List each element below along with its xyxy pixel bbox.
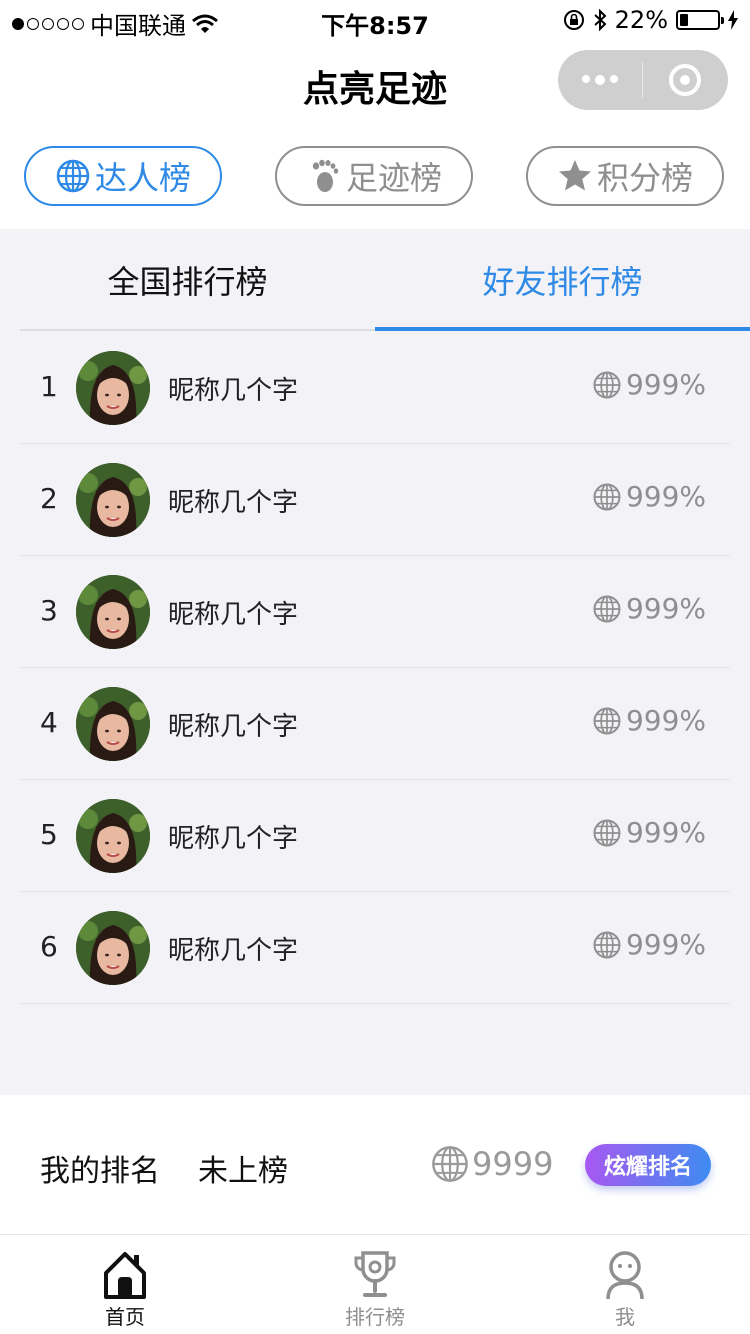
my-score-value: 9999 <box>472 1145 554 1183</box>
rank-number: 4 <box>40 706 58 739</box>
charging-icon <box>728 10 738 30</box>
globe-icon <box>593 707 621 734</box>
score: 999% <box>592 480 706 513</box>
ranking-list: 1 昵称几个字 999% 2 昵称几个字 999% 3 昵称几个字 999% 4… <box>20 332 730 1004</box>
avatar <box>76 575 150 649</box>
globe-icon <box>593 371 621 398</box>
nickname: 昵称几个字 <box>168 712 299 742</box>
globe-icon <box>593 595 621 622</box>
star-icon <box>558 160 591 191</box>
my-rank-label: 我的排名 <box>40 1154 160 1189</box>
score: 999% <box>592 368 706 401</box>
ranking-row[interactable]: 1 昵称几个字 999% <box>20 332 730 444</box>
category-label: 达人榜 <box>94 159 191 197</box>
score: 999% <box>592 816 706 849</box>
globe-icon <box>593 819 621 846</box>
category-experts-button[interactable]: 达人榜 <box>24 146 222 206</box>
avatar <box>76 351 150 425</box>
battery-percent: 22% <box>614 6 668 34</box>
nickname: 昵称几个字 <box>168 376 299 406</box>
target-icon <box>669 64 701 96</box>
category-points-button[interactable]: 积分榜 <box>526 146 724 206</box>
score-value: 999% <box>625 592 706 625</box>
avatar <box>76 463 150 537</box>
show-off-ranking-button[interactable]: 炫耀排名 <box>585 1144 711 1186</box>
tab-friends-ranking[interactable]: 好友排行榜 <box>375 229 750 331</box>
nickname: 昵称几个字 <box>168 824 299 854</box>
score-value: 999% <box>625 704 706 737</box>
user-icon <box>606 1251 644 1300</box>
tabbar-label: 首页 <box>105 1305 145 1329</box>
home-icon <box>104 1252 146 1299</box>
nav-bar: 点亮足迹 <box>0 40 750 128</box>
nickname: 昵称几个字 <box>168 488 299 518</box>
score: 999% <box>592 928 706 961</box>
rotation-lock-icon <box>563 10 584 30</box>
my-rank-status: 未上榜 <box>198 1154 288 1189</box>
rank-number: 3 <box>40 594 58 627</box>
category-switcher: 达人榜 足迹榜 积分榜 <box>0 146 750 206</box>
avatar <box>76 799 150 873</box>
ranking-row[interactable]: 3 昵称几个字 999% <box>20 556 730 668</box>
rank-number: 1 <box>40 370 58 403</box>
more-menu-button[interactable] <box>558 75 642 85</box>
battery-icon <box>676 10 724 30</box>
globe-icon <box>432 1146 468 1182</box>
score-value: 999% <box>625 816 706 849</box>
my-rank-bar: 我的排名 未上榜 9999 炫耀排名 <box>0 1096 750 1234</box>
ranking-tabs: 全国排行榜 好友排行榜 <box>0 229 750 331</box>
globe-icon <box>593 931 621 958</box>
status-bar: 中国联通 下午8:57 22% <box>0 0 750 40</box>
avatar <box>76 911 150 985</box>
globe-icon <box>56 159 90 193</box>
rank-number: 5 <box>40 818 58 851</box>
mini-program-capsule <box>558 50 728 110</box>
avatar <box>76 687 150 761</box>
status-right-group: 22% <box>563 6 738 34</box>
score-value: 999% <box>625 368 706 401</box>
globe-icon <box>593 483 621 510</box>
category-label: 足迹榜 <box>345 159 442 197</box>
rank-number: 6 <box>40 930 58 963</box>
ranking-panel: 全国排行榜 好友排行榜 1 昵称几个字 999% 2 昵称几个字 999% 3 <box>0 229 750 1095</box>
tabbar-label: 我 <box>615 1305 635 1329</box>
score: 999% <box>592 592 706 625</box>
footprint-icon <box>312 159 339 192</box>
score-value: 999% <box>625 928 706 961</box>
active-tab-indicator <box>375 327 750 331</box>
rank-number: 2 <box>40 482 58 515</box>
tabbar-home[interactable]: 首页 <box>0 1249 250 1334</box>
ranking-row[interactable]: 2 昵称几个字 999% <box>20 444 730 556</box>
score-value: 999% <box>625 480 706 513</box>
close-mini-program-button[interactable] <box>643 64 727 96</box>
my-rank-score: 9999 <box>430 1144 553 1184</box>
bottom-tab-bar: 首页 排行榜 我 <box>0 1234 750 1334</box>
nickname: 昵称几个字 <box>168 936 299 966</box>
ranking-row[interactable]: 6 昵称几个字 999% <box>20 892 730 1004</box>
ranking-row[interactable]: 5 昵称几个字 999% <box>20 780 730 892</box>
tabbar-ranking[interactable]: 排行榜 <box>250 1249 500 1334</box>
tabbar-label: 排行榜 <box>345 1305 405 1329</box>
bluetooth-icon <box>593 9 607 31</box>
category-label: 积分榜 <box>596 159 693 197</box>
tab-national-ranking[interactable]: 全国排行榜 <box>0 229 375 331</box>
category-footprints-button[interactable]: 足迹榜 <box>275 146 473 206</box>
tabbar-me[interactable]: 我 <box>500 1249 750 1334</box>
trophy-icon <box>354 1251 396 1297</box>
score: 999% <box>592 704 706 737</box>
nickname: 昵称几个字 <box>168 600 299 630</box>
ranking-row[interactable]: 4 昵称几个字 999% <box>20 668 730 780</box>
